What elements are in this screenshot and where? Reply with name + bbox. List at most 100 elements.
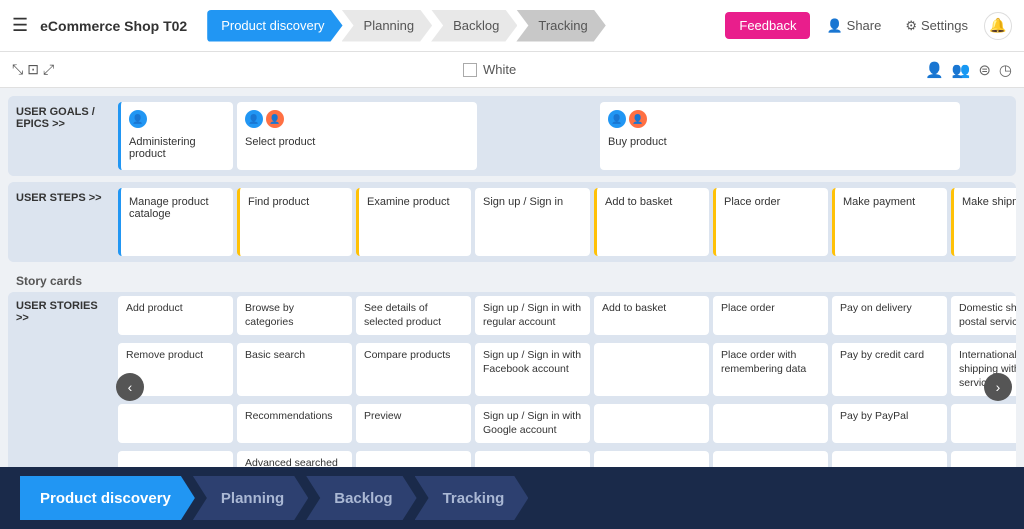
story-r4c2[interactable]: Advanced searched bbox=[237, 451, 352, 467]
story-r1c4[interactable]: Sign up / Sign in with regular account bbox=[475, 296, 590, 335]
white-toggle[interactable]: White bbox=[463, 62, 516, 77]
story-cards-header: Story cards bbox=[8, 268, 1016, 292]
stories-row-4: Advanced searched bbox=[8, 447, 1016, 467]
stories-cells-row3: Recommendations Preview Sign up / Sign i… bbox=[118, 400, 1016, 447]
white-checkbox[interactable] bbox=[463, 63, 477, 77]
story-r1c1[interactable]: Add product bbox=[118, 296, 233, 335]
feedback-button[interactable]: Feedback bbox=[725, 12, 810, 39]
story-r1c2[interactable]: Browse by categories bbox=[237, 296, 352, 335]
story-r2c2[interactable]: Basic search bbox=[237, 343, 352, 396]
story-r4c7[interactable] bbox=[832, 451, 947, 467]
stories-row-3: Recommendations Preview Sign up / Sign i… bbox=[8, 400, 1016, 447]
expand-icon[interactable]: ⤡ bbox=[12, 61, 23, 78]
header-actions: Feedback 👤 Share ⚙ Settings 🔔 bbox=[725, 12, 1012, 40]
story-r1c5[interactable]: Add to basket bbox=[594, 296, 709, 335]
epic-buy[interactable]: 👤 👤 Buy product bbox=[600, 102, 960, 170]
story-r3c4[interactable]: Sign up / Sign in with Google account bbox=[475, 404, 590, 443]
grid-area: USER GOALS / EPICS >> 👤 Administering pr… bbox=[0, 88, 1024, 467]
story-r2c7[interactable]: Pay by credit card bbox=[832, 343, 947, 396]
epics-label: USER GOALS / EPICS >> bbox=[8, 96, 118, 176]
tab-planning[interactable]: Planning bbox=[342, 10, 433, 42]
story-r3c7[interactable]: Pay by PayPal bbox=[832, 404, 947, 443]
story-r1c3[interactable]: See details of selected product bbox=[356, 296, 471, 335]
story-r4c8[interactable] bbox=[951, 451, 1016, 467]
step-signup[interactable]: Sign up / Sign in bbox=[475, 188, 590, 256]
notifications-button[interactable]: 🔔 bbox=[984, 12, 1012, 40]
bottom-nav: Product discovery Planning Backlog Track… bbox=[0, 467, 1024, 529]
scroll-right-button[interactable]: › bbox=[984, 373, 1012, 401]
epic-select[interactable]: 👤 👤 Select product bbox=[237, 102, 477, 170]
story-r2c6[interactable]: Place order with remembering data bbox=[713, 343, 828, 396]
epic-buy-title: Buy product bbox=[608, 136, 952, 148]
stories-cells-row2: Remove product Basic search Compare prod… bbox=[118, 339, 1016, 400]
story-r4c4[interactable] bbox=[475, 451, 590, 467]
story-cards-title: Story cards bbox=[8, 268, 1016, 292]
stories-row-header: USER STORIES >> Add product Browse by ca… bbox=[8, 292, 1016, 339]
tab-product-discovery[interactable]: Product discovery bbox=[207, 10, 342, 42]
story-r1c7[interactable]: Pay on delivery bbox=[832, 296, 947, 335]
epic-select-title: Select product bbox=[245, 136, 469, 148]
step-order[interactable]: Place order bbox=[713, 188, 828, 256]
share-button[interactable]: 👤 Share bbox=[818, 14, 889, 38]
header: ☰ eCommerce Shop T02 Product discovery P… bbox=[0, 0, 1024, 52]
avatar-select-1: 👤 bbox=[245, 110, 263, 128]
epic-admin[interactable]: 👤 Administering product bbox=[118, 102, 233, 170]
step-examine[interactable]: Examine product bbox=[356, 188, 471, 256]
epics-row: USER GOALS / EPICS >> 👤 Administering pr… bbox=[8, 96, 1016, 176]
story-r3c2[interactable]: Recommendations bbox=[237, 404, 352, 443]
step-manage[interactable]: Manage product cataloge bbox=[118, 188, 233, 256]
story-r3c8[interactable] bbox=[951, 404, 1016, 443]
avatar-select-2: 👤 bbox=[266, 110, 284, 128]
bottom-tab-product-discovery[interactable]: Product discovery bbox=[20, 476, 195, 520]
menu-icon[interactable]: ☰ bbox=[12, 15, 28, 36]
step-shipment[interactable]: Make shipment bbox=[951, 188, 1016, 256]
person-add-icon[interactable]: 👤 bbox=[925, 61, 944, 79]
bottom-tab-tracking[interactable]: Tracking bbox=[415, 476, 529, 520]
steps-label: USER STEPS >> bbox=[8, 182, 118, 262]
story-r4c3[interactable] bbox=[356, 451, 471, 467]
tab-tracking[interactable]: Tracking bbox=[516, 10, 605, 42]
nav-tabs: Product discovery Planning Backlog Track… bbox=[207, 10, 717, 42]
epic-spacer bbox=[481, 102, 596, 170]
story-r2c5[interactable] bbox=[594, 343, 709, 396]
story-r3c6[interactable] bbox=[713, 404, 828, 443]
tab-backlog[interactable]: Backlog bbox=[431, 10, 517, 42]
story-r4c5[interactable] bbox=[594, 451, 709, 467]
story-r4c1[interactable] bbox=[118, 451, 233, 467]
story-r2c3[interactable]: Compare products bbox=[356, 343, 471, 396]
epics-section: USER GOALS / EPICS >> 👤 Administering pr… bbox=[8, 96, 1016, 176]
avatar-admin: 👤 bbox=[129, 110, 147, 128]
step-find[interactable]: Find product bbox=[237, 188, 352, 256]
steps-section: USER STEPS >> Manage product cataloge Fi… bbox=[8, 182, 1016, 262]
settings-button[interactable]: ⚙ Settings bbox=[897, 14, 976, 38]
toolbar-right-icons: 👤 👥 ⊜ ◷ bbox=[925, 61, 1012, 79]
toolbar-zoom-icons: ⤡ ⊡ ⤢ bbox=[12, 61, 54, 78]
story-r3c1[interactable] bbox=[118, 404, 233, 443]
scroll-left-button[interactable]: ‹ bbox=[116, 373, 144, 401]
story-r1c8[interactable]: Domestic shipping postal service bbox=[951, 296, 1016, 335]
story-r1c6[interactable]: Place order bbox=[713, 296, 828, 335]
history-icon[interactable]: ◷ bbox=[999, 61, 1012, 79]
step-basket[interactable]: Add to basket bbox=[594, 188, 709, 256]
step-payment[interactable]: Make payment bbox=[832, 188, 947, 256]
story-r3c5[interactable] bbox=[594, 404, 709, 443]
stories-cells-row1: Add product Browse by categories See det… bbox=[118, 292, 1016, 339]
share-icon: 👤 bbox=[826, 18, 842, 34]
settings-icon: ⚙ bbox=[905, 18, 917, 34]
toolbar: ⤡ ⊡ ⤢ White 👤 👥 ⊜ ◷ bbox=[0, 52, 1024, 88]
bottom-tab-planning[interactable]: Planning bbox=[193, 476, 308, 520]
avatar-buy-2: 👤 bbox=[629, 110, 647, 128]
fit-icon[interactable]: ⊡ bbox=[27, 61, 39, 78]
story-r3c3[interactable]: Preview bbox=[356, 404, 471, 443]
filter-icon[interactable]: ⊜ bbox=[978, 61, 991, 79]
avatar-buy-1: 👤 bbox=[608, 110, 626, 128]
stories-row-2: Remove product Basic search Compare prod… bbox=[8, 339, 1016, 400]
group-icon[interactable]: 👥 bbox=[952, 61, 971, 79]
collapse-icon[interactable]: ⤢ bbox=[43, 61, 54, 78]
main-content: USER GOALS / EPICS >> 👤 Administering pr… bbox=[0, 88, 1024, 467]
story-r2c4[interactable]: Sign up / Sign in with Facebook account bbox=[475, 343, 590, 396]
stories-label: USER STORIES >> bbox=[8, 292, 118, 339]
bell-icon: 🔔 bbox=[989, 17, 1006, 34]
story-r4c6[interactable] bbox=[713, 451, 828, 467]
bottom-tab-backlog[interactable]: Backlog bbox=[306, 476, 416, 520]
